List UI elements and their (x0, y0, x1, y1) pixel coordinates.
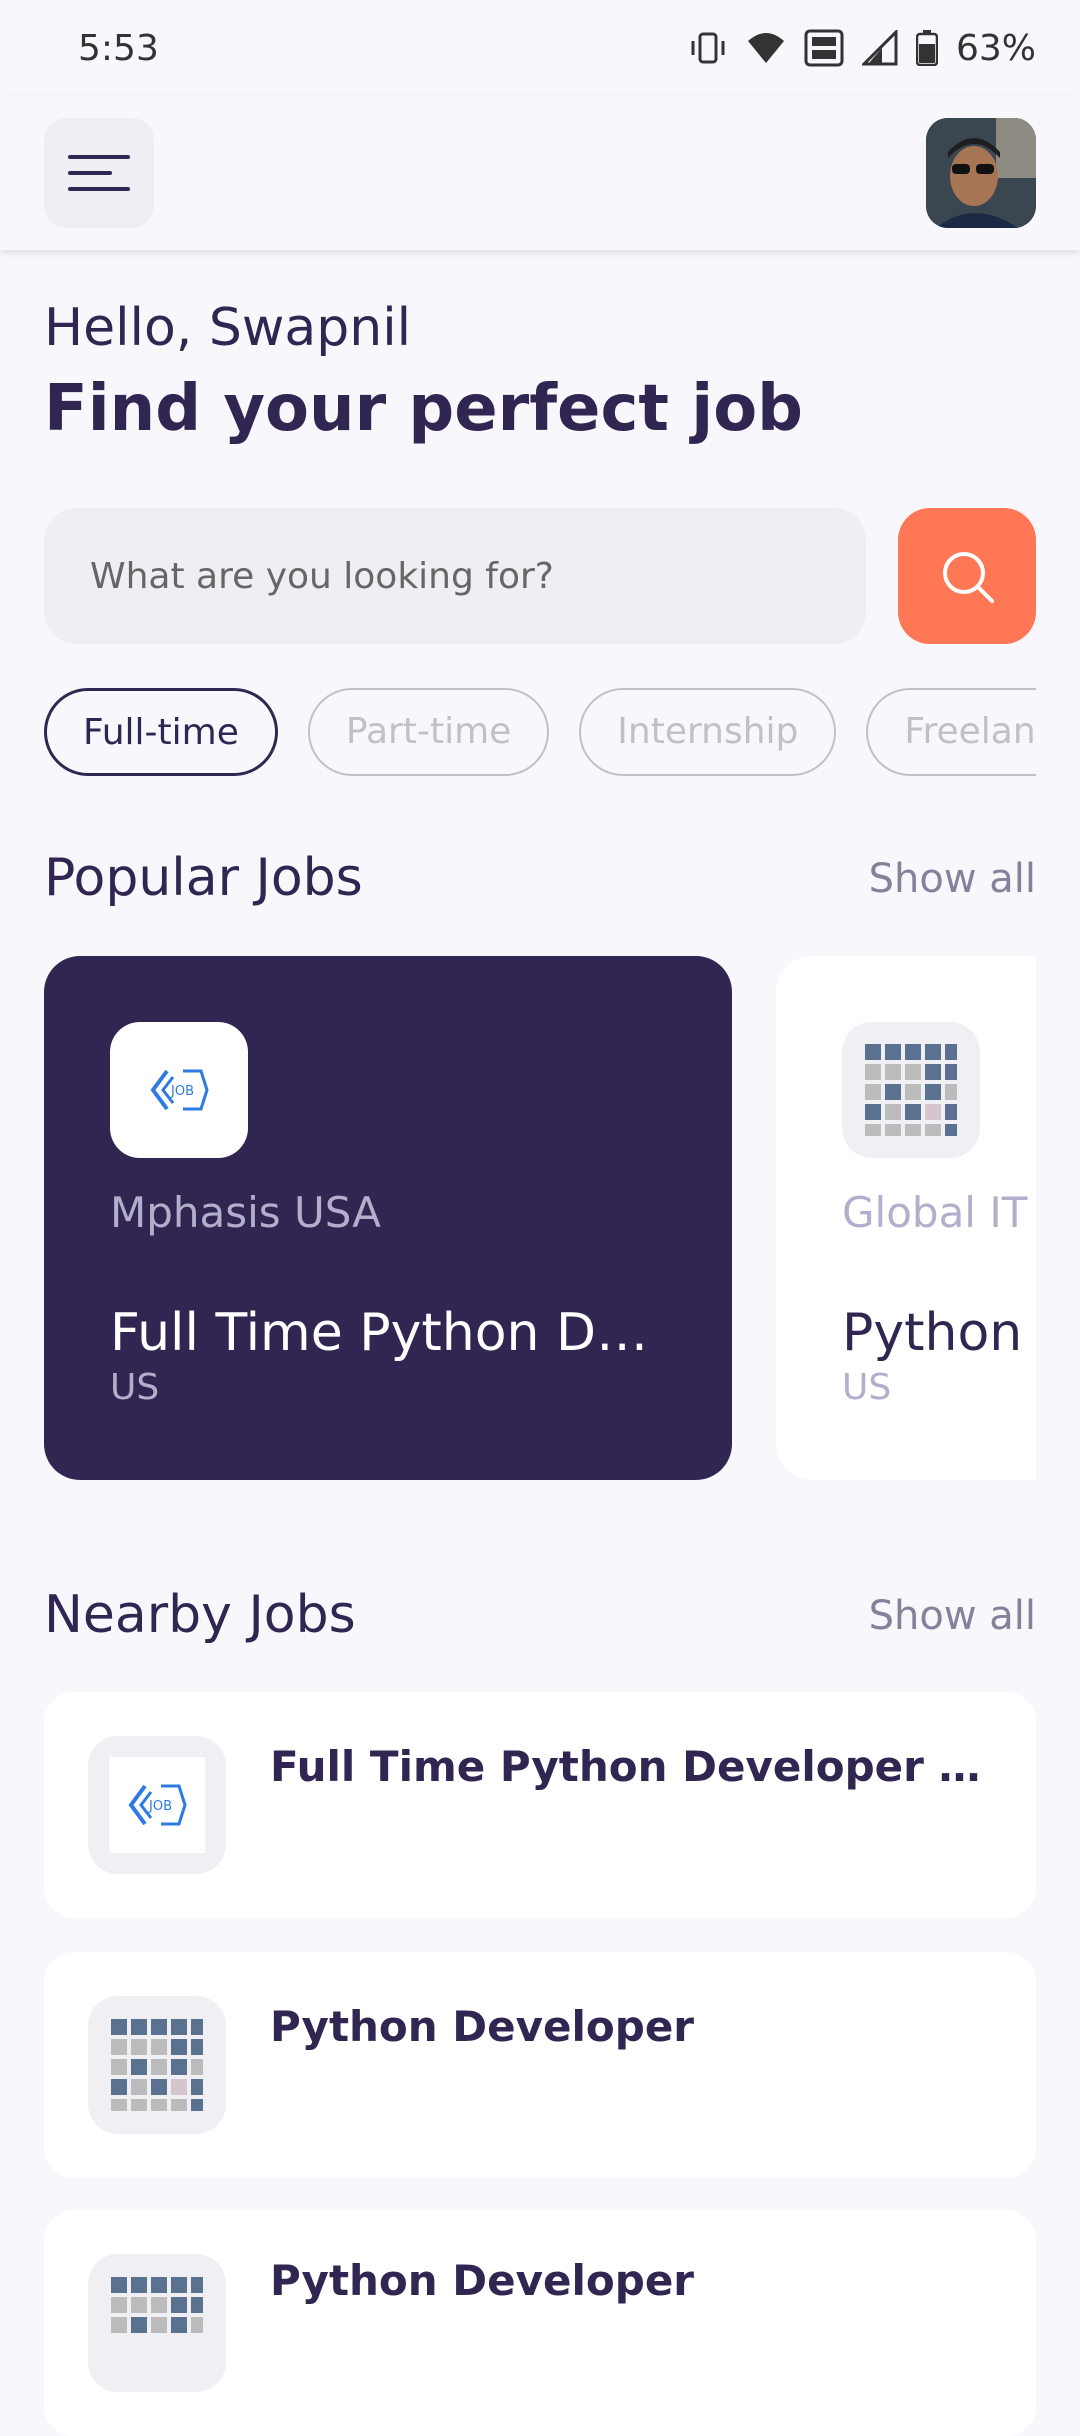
job-type-tabs: Full-time Part-time Internship Freelance (44, 688, 1036, 778)
battery-percent: 63% (955, 27, 1036, 69)
signal-icon (861, 30, 898, 66)
search-icon (943, 552, 994, 603)
job-title: Python Developer (842, 1303, 1036, 1363)
battery-icon (915, 30, 938, 66)
volte-icon (804, 29, 844, 67)
search-input[interactable] (90, 555, 866, 597)
status-bar: 5:53 63% (0, 0, 1080, 96)
company-logo: JOB (110, 1022, 248, 1158)
popular-job-card[interactable]: Global IT Con Python Developer US (776, 956, 1036, 1480)
search-button[interactable] (898, 508, 1036, 644)
popular-show-all-link[interactable]: Show all (869, 856, 1036, 902)
popular-jobs-title: Popular Jobs (44, 848, 363, 908)
job-logo-icon: JOB (128, 1784, 187, 1826)
tab-freelance[interactable]: Freelance (866, 688, 1036, 776)
company-logo (88, 2254, 226, 2392)
greeting-text: Hello, Swapnil (44, 298, 412, 358)
status-icons: 63% (688, 28, 1036, 69)
svg-text:JOB: JOB (170, 1084, 194, 1099)
svg-text:JOB: JOB (148, 1799, 172, 1814)
nearby-job-title: Python Developer (270, 2256, 695, 2305)
popular-jobs-carousel: JOB Mphasis USA Full Time Python Develop… (44, 956, 1036, 1480)
avatar-image (926, 118, 1036, 228)
grid-logo-icon (111, 2019, 203, 2111)
tab-part-time[interactable]: Part-time (307, 688, 550, 776)
nearby-job-title: Full Time Python Developer Position (270, 1742, 1000, 1791)
wifi-icon (747, 33, 784, 63)
company-logo: JOB (88, 1736, 226, 1874)
job-country: US (110, 1367, 160, 1408)
company-logo (842, 1022, 980, 1158)
vibrate-icon (691, 32, 725, 64)
nearby-jobs-title: Nearby Jobs (44, 1585, 356, 1645)
app-header (0, 96, 1080, 250)
menu-icon (68, 155, 130, 191)
company-logo (88, 1996, 226, 2134)
nearby-show-all-link[interactable]: Show all (869, 1593, 1036, 1639)
status-time: 5:53 (78, 27, 159, 69)
company-name: Global IT Con (842, 1188, 1036, 1237)
profile-avatar[interactable] (926, 118, 1036, 228)
nearby-job-card[interactable]: Python Developer (44, 1952, 1036, 2178)
company-name: Mphasis USA (110, 1188, 381, 1237)
popular-job-card[interactable]: JOB Mphasis USA Full Time Python Develop… (44, 956, 732, 1480)
nearby-job-card[interactable]: JOB Full Time Python Developer Position (44, 1692, 1036, 1918)
menu-button[interactable] (44, 118, 154, 228)
job-logo-icon: JOB (150, 1069, 209, 1111)
page-headline: Find your perfect job (44, 372, 803, 446)
job-country: US (842, 1367, 892, 1408)
nearby-job-title: Python Developer (270, 2002, 695, 2051)
grid-logo-icon (111, 2277, 203, 2333)
tab-full-time[interactable]: Full-time (44, 688, 278, 776)
grid-logo-icon (865, 1044, 957, 1136)
job-title: Full Time Python Developer Position (110, 1303, 666, 1363)
nearby-job-card[interactable]: Python Developer (44, 2210, 1036, 2436)
tab-internship[interactable]: Internship (579, 688, 837, 776)
search-box[interactable] (44, 508, 866, 644)
